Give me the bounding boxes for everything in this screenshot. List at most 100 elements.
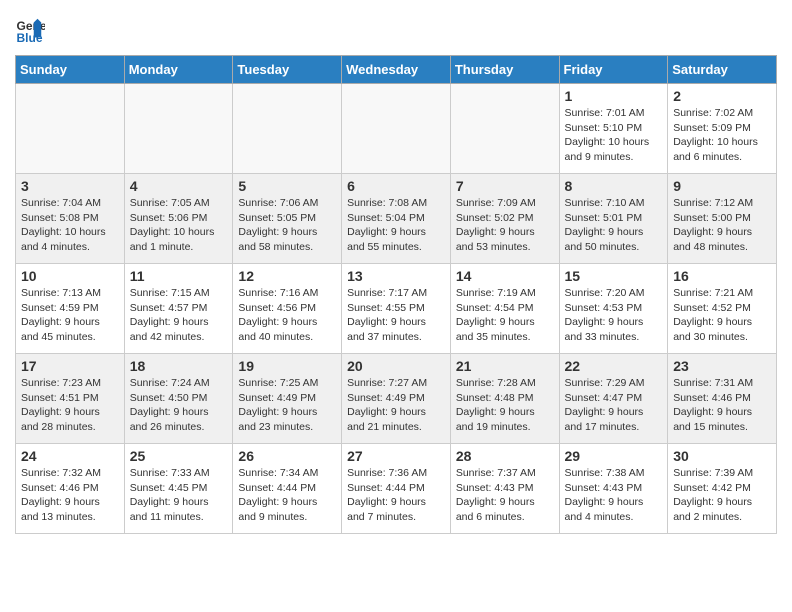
calendar-day-cell: 4Sunrise: 7:05 AM Sunset: 5:06 PM Daylig… (124, 174, 233, 264)
calendar-day-cell (16, 84, 125, 174)
calendar-day-cell: 15 Sunrise: 7:20 AM Sunset: 4:53 PM Dayli… (559, 264, 668, 354)
day-number: 5 (238, 178, 336, 194)
calendar-day-cell: 11 Sunrise: 7:15 AM Sunset: 4:57 PM Dayli… (124, 264, 233, 354)
calendar-day-cell: 13 Sunrise: 7:17 AM Sunset: 4:55 PM Dayli… (342, 264, 451, 354)
day-number: 22 (565, 358, 663, 374)
day-number: 14 (456, 268, 554, 284)
day-info: Sunrise: 7:21 AM Sunset: 4:52 PM Dayligh… (673, 286, 771, 345)
calendar-day-cell (233, 84, 342, 174)
calendar-day-cell: 29 Sunrise: 7:38 AM Sunset: 4:43 PM Dayli… (559, 444, 668, 534)
day-info: Sunrise: 7:28 AM Sunset: 4:48 PM Dayligh… (456, 376, 554, 435)
weekday-header-friday: Friday (559, 56, 668, 84)
calendar-day-cell: 17 Sunrise: 7:23 AM Sunset: 4:51 PM Dayli… (16, 354, 125, 444)
calendar-day-cell: 30 Sunrise: 7:39 AM Sunset: 4:42 PM Dayli… (668, 444, 777, 534)
calendar-header: SundayMondayTuesdayWednesdayThursdayFrid… (16, 56, 777, 84)
calendar-day-cell: 20Sunrise: 7:27 AM Sunset: 4:49 PM Dayli… (342, 354, 451, 444)
day-number: 23 (673, 358, 771, 374)
day-number: 30 (673, 448, 771, 464)
calendar-day-cell: 26 Sunrise: 7:34 AM Sunset: 4:44 PM Dayli… (233, 444, 342, 534)
day-info: Sunrise: 7:12 AM Sunset: 5:00 PM Dayligh… (673, 196, 771, 255)
calendar-day-cell: 10Sunrise: 7:13 AM Sunset: 4:59 PM Dayli… (16, 264, 125, 354)
calendar-day-cell: 18 Sunrise: 7:24 AM Sunset: 4:50 PM Dayli… (124, 354, 233, 444)
day-info: Sunrise: 7:20 AM Sunset: 4:53 PM Dayligh… (565, 286, 663, 345)
calendar-day-cell: 5Sunrise: 7:06 AM Sunset: 5:05 PM Daylig… (233, 174, 342, 264)
day-info: Sunrise: 7:17 AM Sunset: 4:55 PM Dayligh… (347, 286, 445, 345)
day-info: Sunrise: 7:10 AM Sunset: 5:01 PM Dayligh… (565, 196, 663, 255)
calendar-day-cell: 23Sunrise: 7:31 AM Sunset: 4:46 PM Dayli… (668, 354, 777, 444)
day-number: 13 (347, 268, 445, 284)
day-number: 17 (21, 358, 119, 374)
calendar-week-row: 3 Sunrise: 7:04 AM Sunset: 5:08 PM Daylig… (16, 174, 777, 264)
day-info: Sunrise: 7:37 AM Sunset: 4:43 PM Dayligh… (456, 466, 554, 525)
weekday-header-wednesday: Wednesday (342, 56, 451, 84)
logo-icon: General Blue (15, 15, 45, 45)
calendar-week-row: 17 Sunrise: 7:23 AM Sunset: 4:51 PM Dayli… (16, 354, 777, 444)
day-info: Sunrise: 7:15 AM Sunset: 4:57 PM Dayligh… (130, 286, 228, 345)
calendar-week-row: 10Sunrise: 7:13 AM Sunset: 4:59 PM Dayli… (16, 264, 777, 354)
day-number: 24 (21, 448, 119, 464)
calendar-day-cell: 6Sunrise: 7:08 AM Sunset: 5:04 PM Daylig… (342, 174, 451, 264)
calendar-day-cell: 19Sunrise: 7:25 AM Sunset: 4:49 PM Dayli… (233, 354, 342, 444)
calendar-day-cell: 2Sunrise: 7:02 AM Sunset: 5:09 PM Daylig… (668, 84, 777, 174)
day-number: 26 (238, 448, 336, 464)
calendar-body: 1 Sunrise: 7:01 AM Sunset: 5:10 PM Daylig… (16, 84, 777, 534)
day-info: Sunrise: 7:09 AM Sunset: 5:02 PM Dayligh… (456, 196, 554, 255)
day-info: Sunrise: 7:25 AM Sunset: 4:49 PM Dayligh… (238, 376, 336, 435)
day-number: 9 (673, 178, 771, 194)
day-number: 28 (456, 448, 554, 464)
weekday-header-monday: Monday (124, 56, 233, 84)
day-info: Sunrise: 7:16 AM Sunset: 4:56 PM Dayligh… (238, 286, 336, 345)
calendar-day-cell: 3 Sunrise: 7:04 AM Sunset: 5:08 PM Daylig… (16, 174, 125, 264)
calendar-day-cell: 22 Sunrise: 7:29 AM Sunset: 4:47 PM Dayli… (559, 354, 668, 444)
day-info: Sunrise: 7:29 AM Sunset: 4:47 PM Dayligh… (565, 376, 663, 435)
weekday-row: SundayMondayTuesdayWednesdayThursdayFrid… (16, 56, 777, 84)
day-info: Sunrise: 7:24 AM Sunset: 4:50 PM Dayligh… (130, 376, 228, 435)
day-number: 21 (456, 358, 554, 374)
calendar-day-cell: 7 Sunrise: 7:09 AM Sunset: 5:02 PM Daylig… (450, 174, 559, 264)
day-info: Sunrise: 7:34 AM Sunset: 4:44 PM Dayligh… (238, 466, 336, 525)
calendar-day-cell: 16 Sunrise: 7:21 AM Sunset: 4:52 PM Dayli… (668, 264, 777, 354)
day-number: 15 (565, 268, 663, 284)
day-number: 3 (21, 178, 119, 194)
calendar-day-cell (124, 84, 233, 174)
day-number: 16 (673, 268, 771, 284)
weekday-header-saturday: Saturday (668, 56, 777, 84)
calendar-day-cell: 28 Sunrise: 7:37 AM Sunset: 4:43 PM Dayli… (450, 444, 559, 534)
calendar-day-cell: 12 Sunrise: 7:16 AM Sunset: 4:56 PM Dayli… (233, 264, 342, 354)
day-number: 1 (565, 88, 663, 104)
day-number: 11 (130, 268, 228, 284)
day-info: Sunrise: 7:01 AM Sunset: 5:10 PM Dayligh… (565, 106, 663, 165)
day-info: Sunrise: 7:32 AM Sunset: 4:46 PM Dayligh… (21, 466, 119, 525)
day-number: 12 (238, 268, 336, 284)
calendar-day-cell: 8 Sunrise: 7:10 AM Sunset: 5:01 PM Daylig… (559, 174, 668, 264)
calendar-day-cell: 24 Sunrise: 7:32 AM Sunset: 4:46 PM Dayli… (16, 444, 125, 534)
day-info: Sunrise: 7:39 AM Sunset: 4:42 PM Dayligh… (673, 466, 771, 525)
day-number: 7 (456, 178, 554, 194)
header-area: General Blue (15, 15, 777, 45)
weekday-header-tuesday: Tuesday (233, 56, 342, 84)
day-number: 25 (130, 448, 228, 464)
day-info: Sunrise: 7:23 AM Sunset: 4:51 PM Dayligh… (21, 376, 119, 435)
day-number: 10 (21, 268, 119, 284)
day-info: Sunrise: 7:38 AM Sunset: 4:43 PM Dayligh… (565, 466, 663, 525)
day-info: Sunrise: 7:33 AM Sunset: 4:45 PM Dayligh… (130, 466, 228, 525)
day-info: Sunrise: 7:04 AM Sunset: 5:08 PM Dayligh… (21, 196, 119, 255)
day-info: Sunrise: 7:08 AM Sunset: 5:04 PM Dayligh… (347, 196, 445, 255)
weekday-header-sunday: Sunday (16, 56, 125, 84)
calendar-day-cell (450, 84, 559, 174)
logo: General Blue (15, 15, 49, 45)
calendar-table: SundayMondayTuesdayWednesdayThursdayFrid… (15, 55, 777, 534)
day-number: 2 (673, 88, 771, 104)
calendar-day-cell: 9 Sunrise: 7:12 AM Sunset: 5:00 PM Daylig… (668, 174, 777, 264)
weekday-header-thursday: Thursday (450, 56, 559, 84)
calendar-day-cell: 1 Sunrise: 7:01 AM Sunset: 5:10 PM Daylig… (559, 84, 668, 174)
calendar-week-row: 1 Sunrise: 7:01 AM Sunset: 5:10 PM Daylig… (16, 84, 777, 174)
day-number: 29 (565, 448, 663, 464)
calendar-day-cell: 27Sunrise: 7:36 AM Sunset: 4:44 PM Dayli… (342, 444, 451, 534)
day-number: 20 (347, 358, 445, 374)
calendar-day-cell: 21 Sunrise: 7:28 AM Sunset: 4:48 PM Dayli… (450, 354, 559, 444)
day-number: 18 (130, 358, 228, 374)
day-number: 8 (565, 178, 663, 194)
day-number: 27 (347, 448, 445, 464)
day-info: Sunrise: 7:05 AM Sunset: 5:06 PM Dayligh… (130, 196, 228, 255)
